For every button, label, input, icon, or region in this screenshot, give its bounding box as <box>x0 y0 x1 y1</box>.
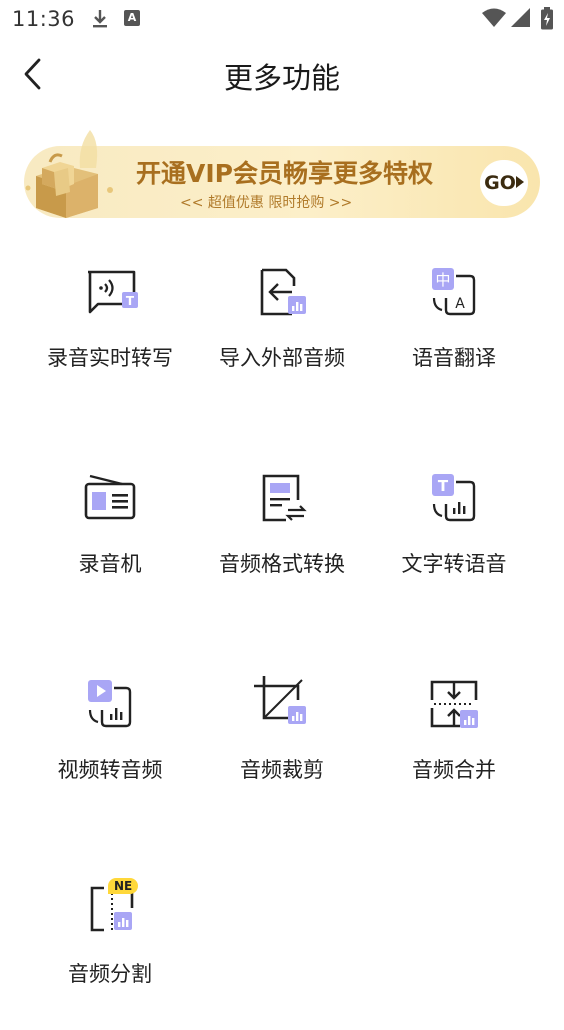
feature-audio-trim[interactable]: 音频裁剪 <box>196 676 368 826</box>
feature-label: 导入外部音频 <box>219 346 345 370</box>
feature-video-to-audio[interactable]: 视频转音频 <box>24 676 196 826</box>
svg-text:A: A <box>455 296 465 312</box>
feature-label: 音频分割 <box>68 962 152 986</box>
radio-recorder-icon <box>84 474 136 520</box>
crop-icon <box>254 676 306 724</box>
video-to-audio-icon <box>88 680 132 728</box>
feature-import-audio[interactable]: 导入外部音频 <box>196 264 368 414</box>
feature-label: 视频转音频 <box>57 758 163 782</box>
feature-recorder[interactable]: 录音机 <box>24 470 196 620</box>
merge-icon <box>430 680 478 728</box>
feature-audio-split[interactable]: NE 音频分割 <box>24 878 196 1030</box>
feature-label: 录音机 <box>78 552 142 576</box>
feature-label: 文字转语音 <box>401 552 507 576</box>
import-audio-icon <box>260 268 306 316</box>
feature-realtime-transcription[interactable]: T 录音实时转写 <box>24 264 196 414</box>
feature-label: 音频合并 <box>412 758 496 782</box>
feature-audio-merge[interactable]: 音频合并 <box>368 676 540 826</box>
feature-voice-translate[interactable]: 中 A 语音翻译 <box>368 264 540 414</box>
svg-text:中: 中 <box>435 271 450 289</box>
format-convert-icon <box>262 474 307 522</box>
speech-transcribe-icon: T <box>88 270 138 314</box>
feature-label: 语音翻译 <box>412 346 496 370</box>
text-to-speech-icon: T <box>432 474 476 522</box>
svg-text:T: T <box>126 294 135 308</box>
feature-grid: T 录音实时转写 导入外部音频 中 A 语音翻译 录音机 音频格式转换 T 文字… <box>0 0 564 1004</box>
new-badge: NE <box>108 878 139 894</box>
svg-text:T: T <box>438 477 449 495</box>
feature-label: 音频裁剪 <box>240 758 324 782</box>
translate-icon: 中 A <box>432 268 476 316</box>
feature-text-to-speech[interactable]: T 文字转语音 <box>368 470 540 620</box>
feature-label: 录音实时转写 <box>47 346 173 370</box>
feature-format-convert[interactable]: 音频格式转换 <box>196 470 368 620</box>
feature-label: 音频格式转换 <box>219 552 345 576</box>
